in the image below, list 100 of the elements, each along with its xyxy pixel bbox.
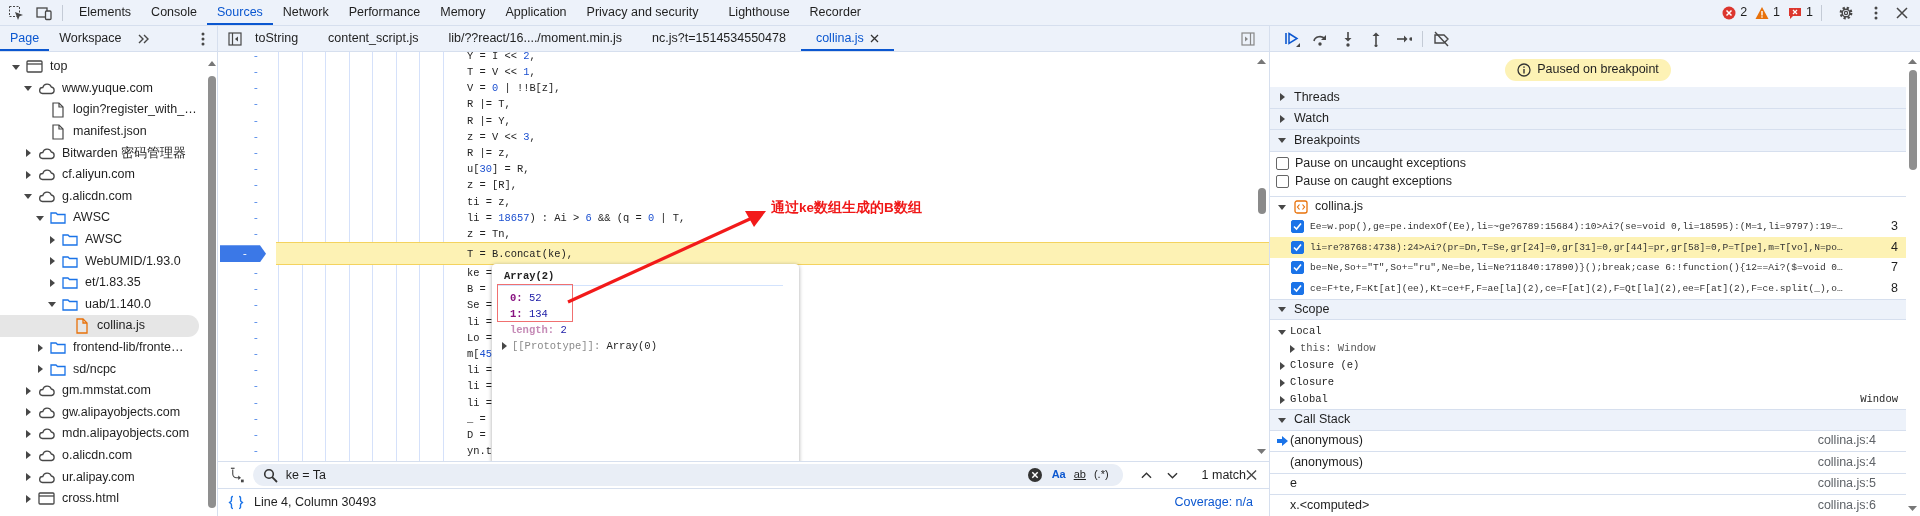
resume-icon[interactable] bbox=[1284, 30, 1300, 47]
caret-icon[interactable] bbox=[1278, 93, 1286, 102]
warning-count[interactable]: 1 bbox=[1773, 5, 1781, 20]
tree-item[interactable]: g.alicdn.com bbox=[0, 185, 199, 208]
search-field[interactable]: ke = Ta Aa ab (.*) bbox=[252, 464, 1123, 486]
caret-icon[interactable] bbox=[1278, 415, 1286, 424]
menu-icon[interactable] bbox=[201, 31, 205, 46]
replace-icon[interactable] bbox=[230, 467, 245, 483]
tree-item[interactable]: WebUMID/1.93.0 bbox=[0, 250, 199, 272]
breakpoint-code[interactable]: li=re?8768:4738):24>Ai?(pr=Dn,T=Se,gr[24]=0,gr[31]=0,gr[44]=pr,gr[58]=0,P=T[pe],m=T[vo],N=po… bbox=[1310, 241, 1876, 253]
next-match-icon[interactable] bbox=[1166, 470, 1178, 480]
close-icon[interactable] bbox=[1896, 6, 1908, 19]
panel-tab[interactable]: Elements bbox=[69, 0, 142, 25]
tree-item[interactable]: et/1.83.35 bbox=[0, 271, 199, 294]
close-icon[interactable] bbox=[869, 34, 879, 44]
caret-icon[interactable] bbox=[36, 213, 44, 222]
file-tab[interactable]: toString bbox=[240, 26, 314, 51]
close-icon[interactable] bbox=[1246, 469, 1257, 481]
section-header[interactable]: Scope bbox=[1270, 298, 1906, 320]
caret-icon[interactable] bbox=[1278, 305, 1286, 314]
property-row[interactable]: 0: 52 bbox=[498, 290, 793, 306]
checkbox[interactable] bbox=[1276, 175, 1289, 188]
caret-icon[interactable] bbox=[24, 192, 32, 201]
panel-tab[interactable]: Application bbox=[495, 0, 577, 25]
caret-icon[interactable] bbox=[24, 386, 32, 395]
scroll-up-icon[interactable] bbox=[1257, 58, 1266, 64]
caret-icon[interactable] bbox=[1278, 136, 1286, 145]
message-icon[interactable] bbox=[1788, 5, 1803, 20]
caret-icon[interactable] bbox=[500, 342, 508, 350]
tree-item[interactable]: Bitwarden 密码管理器 bbox=[0, 142, 199, 164]
file-tab[interactable]: collina.js bbox=[800, 26, 894, 51]
caret-icon[interactable] bbox=[24, 451, 32, 460]
caret-icon[interactable] bbox=[36, 343, 44, 352]
section-header[interactable]: Call Stack bbox=[1270, 409, 1906, 431]
format-icon[interactable] bbox=[228, 495, 244, 510]
panel-tab[interactable]: Recorder bbox=[799, 0, 871, 25]
caret-icon[interactable] bbox=[48, 300, 56, 309]
sidebar-tab[interactable]: Workspace bbox=[49, 26, 132, 51]
tree-item[interactable]: mdn.alipayobjects.com bbox=[0, 423, 199, 445]
tree-item[interactable]: www.yuque.com bbox=[0, 77, 199, 100]
call-frame[interactable]: e collina.js:5 bbox=[1270, 473, 1906, 495]
tree-item[interactable]: frontend-lib/fronte… bbox=[0, 336, 199, 359]
section-header[interactable]: Watch bbox=[1270, 108, 1906, 130]
deactivate-breakpoints-icon[interactable] bbox=[1433, 30, 1449, 47]
tree-item[interactable]: AWSC bbox=[0, 207, 199, 229]
tree-item[interactable]: cf.aliyun.com bbox=[0, 163, 199, 186]
scope-item[interactable]: Local bbox=[1278, 323, 1906, 340]
property-row[interactable]: 1: 134 bbox=[498, 306, 793, 322]
search-option[interactable]: Aa bbox=[1047, 468, 1070, 482]
scope-item[interactable]: Global Window bbox=[1278, 391, 1906, 408]
tree-item[interactable]: gm.mmstat.com bbox=[0, 379, 199, 402]
scope-item[interactable]: Closure (e) bbox=[1278, 357, 1906, 374]
inspect-icon[interactable] bbox=[8, 4, 24, 21]
caret-icon[interactable] bbox=[48, 278, 56, 287]
breakpoint-marker[interactable]: - bbox=[220, 245, 266, 263]
caret-icon[interactable] bbox=[36, 365, 44, 374]
breakpoint-code[interactable]: ce=F+te,F=Kt[at](ee),Kt=ce+F,F=ae[la](2),ce=F[at](2),F=Qt[la](2),ee=F[at](2),F=ce.split(_),o… bbox=[1310, 282, 1876, 294]
sidebar-tab[interactable]: Page bbox=[0, 26, 50, 51]
scrollbar-thumb[interactable] bbox=[1909, 70, 1917, 170]
scroll-up-icon[interactable] bbox=[208, 60, 216, 66]
panel-tab[interactable]: Console bbox=[141, 0, 207, 25]
menu-icon[interactable] bbox=[1874, 5, 1878, 20]
caret-icon[interactable] bbox=[24, 170, 32, 179]
panel-tab[interactable]: Lighthouse bbox=[718, 0, 800, 25]
scope-item[interactable]: this: Window bbox=[1278, 340, 1906, 357]
caret-icon[interactable] bbox=[48, 235, 56, 244]
scroll-up-icon[interactable] bbox=[1908, 58, 1917, 64]
call-frame[interactable]: (anonymous) collina.js:4 bbox=[1270, 430, 1906, 452]
tree-item[interactable]: collina.js bbox=[0, 315, 199, 337]
message-count[interactable]: 1 bbox=[1806, 5, 1813, 20]
device-icon[interactable] bbox=[36, 4, 52, 21]
call-frame[interactable]: (anonymous) collina.js:4 bbox=[1270, 452, 1906, 474]
tree-item[interactable]: AWSC bbox=[0, 228, 199, 251]
error-count[interactable]: 2 bbox=[1740, 5, 1748, 20]
tree-item[interactable]: cross.html bbox=[0, 487, 199, 510]
tree-item[interactable]: manifest.json bbox=[0, 120, 199, 143]
panel-tab[interactable]: Memory bbox=[430, 0, 496, 25]
panel-tab[interactable]: Performance bbox=[338, 0, 431, 25]
caret-icon[interactable] bbox=[24, 408, 32, 417]
sidebar-toggle-icon[interactable] bbox=[228, 31, 242, 46]
tree-item[interactable]: o.alicdn.com bbox=[0, 444, 199, 467]
breakpoint-code[interactable]: be=Ne,So+="T",So+="ru",Ne=be,li=Ne?11840:17890)}();break;case 6:!function(){12==Ai?($=void 0… bbox=[1310, 262, 1876, 274]
clear-icon[interactable] bbox=[1027, 468, 1042, 482]
property-row[interactable]: [[Prototype]]: Array(0) bbox=[498, 338, 793, 354]
panel-tab[interactable]: Sources bbox=[207, 0, 273, 25]
checkbox[interactable] bbox=[1291, 220, 1304, 234]
tree-item[interactable]: sd/ncpc bbox=[0, 358, 199, 380]
error-icon[interactable] bbox=[1722, 5, 1737, 20]
checkbox-option[interactable]: Pause on caught exceptions bbox=[1270, 172, 1906, 191]
scrollbar-thumb[interactable] bbox=[1258, 188, 1266, 214]
tree-item[interactable]: login?register_with_… bbox=[0, 99, 199, 121]
caret-icon[interactable] bbox=[24, 494, 32, 503]
scroll-down-icon[interactable] bbox=[1908, 506, 1917, 512]
warning-icon[interactable] bbox=[1755, 5, 1770, 20]
caret-icon[interactable] bbox=[1278, 202, 1286, 211]
scope-item[interactable]: Closure bbox=[1278, 374, 1906, 391]
breakpoint-code[interactable]: Ee=w.pop(),ge=pe.indexOf(Ee),li=~ge?6789:15684):10>Ai?(se=void 0,li=18595):(M=1,li=9797):19=… bbox=[1310, 221, 1876, 233]
checkbox[interactable] bbox=[1291, 240, 1304, 254]
section-header[interactable]: Breakpoints bbox=[1270, 130, 1906, 152]
panel-tab[interactable]: Network bbox=[272, 0, 339, 25]
